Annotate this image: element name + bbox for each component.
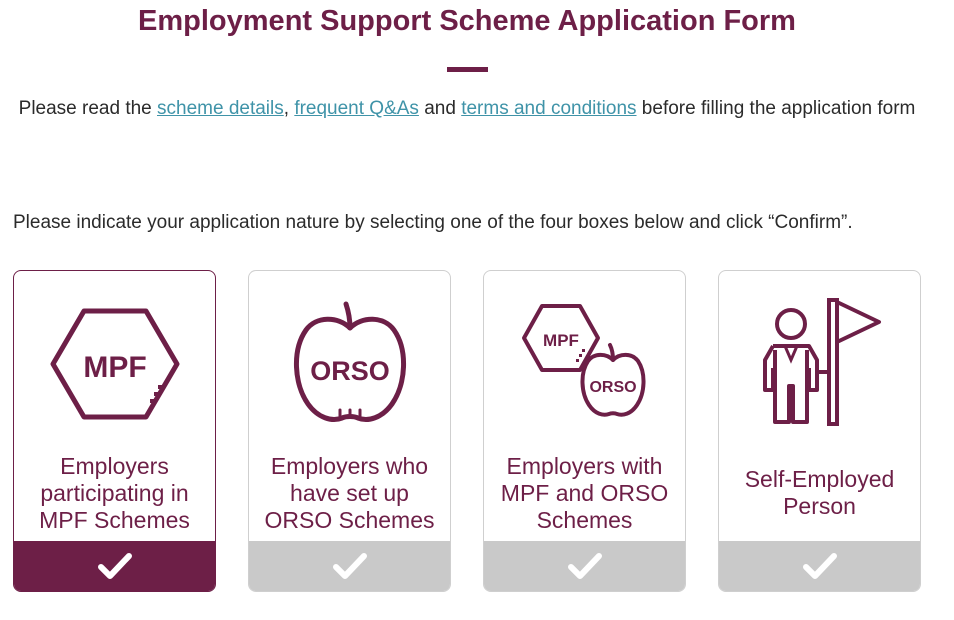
selection-bar[interactable] bbox=[249, 541, 450, 591]
orso-icon-text: ORSO bbox=[310, 356, 390, 386]
option-label: Self-Employed Person bbox=[744, 466, 895, 519]
title-divider bbox=[447, 67, 488, 72]
instruction-text: Please indicate your application nature … bbox=[13, 212, 853, 233]
mpf-icon-text: MPF bbox=[543, 331, 579, 350]
terms-link[interactable]: terms and conditions bbox=[461, 98, 636, 119]
intro-comma: , bbox=[283, 98, 295, 119]
orso-apple-icon: ORSO bbox=[249, 289, 450, 439]
mpf-icon-text: MPF bbox=[83, 351, 146, 384]
option-card-mpf[interactable]: MPF Employers participating in MPF Schem… bbox=[13, 270, 216, 592]
option-label: Employers with MPF and ORSO Schemes bbox=[500, 452, 669, 533]
check-icon bbox=[567, 553, 602, 579]
check-icon bbox=[97, 553, 132, 579]
intro-and: and bbox=[418, 98, 462, 119]
intro-suffix: before filling the application form bbox=[636, 98, 916, 119]
person-flag-icon bbox=[719, 289, 920, 439]
selection-bar[interactable] bbox=[484, 541, 685, 591]
intro-prefix: Please read the bbox=[18, 98, 158, 119]
option-card-self-employed[interactable]: Self-Employed Person bbox=[718, 270, 921, 592]
page-title: Employment Support Scheme Application Fo… bbox=[138, 5, 796, 37]
intro-text: Please read the scheme details, frequent… bbox=[0, 94, 934, 124]
mpf-orso-combined-icon: MPF ORSO bbox=[484, 289, 685, 439]
scheme-details-link[interactable]: scheme details bbox=[157, 98, 284, 119]
selection-bar[interactable] bbox=[719, 541, 920, 591]
faq-link[interactable]: frequent Q&As bbox=[294, 98, 419, 119]
selection-bar[interactable] bbox=[14, 541, 215, 591]
check-icon bbox=[332, 553, 367, 579]
orso-icon-text: ORSO bbox=[589, 379, 636, 396]
option-label: Employers participating in MPF Schemes bbox=[39, 452, 190, 533]
mpf-hexagon-icon: MPF bbox=[14, 289, 215, 439]
option-label: Employers who have set up ORSO Schemes bbox=[264, 452, 435, 533]
option-card-mpf-orso[interactable]: MPF ORSO Employers with MPF and ORSO Sch… bbox=[483, 270, 686, 592]
check-icon bbox=[802, 553, 837, 579]
option-card-orso[interactable]: ORSO Employers who have set up ORSO Sche… bbox=[248, 270, 451, 592]
